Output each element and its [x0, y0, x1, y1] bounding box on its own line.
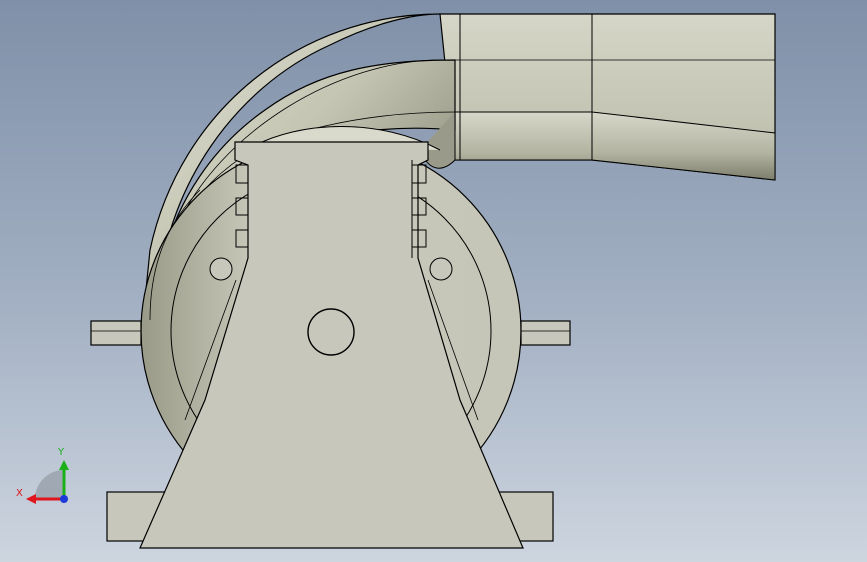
x-axis-label: X [16, 488, 23, 499]
z-axis-dot [60, 495, 68, 503]
triad-plane-icon [35, 470, 64, 499]
coordinate-triad: Y X [16, 447, 69, 504]
y-axis-label: Y [57, 447, 65, 458]
cad-viewport[interactable]: Y X [0, 0, 867, 562]
